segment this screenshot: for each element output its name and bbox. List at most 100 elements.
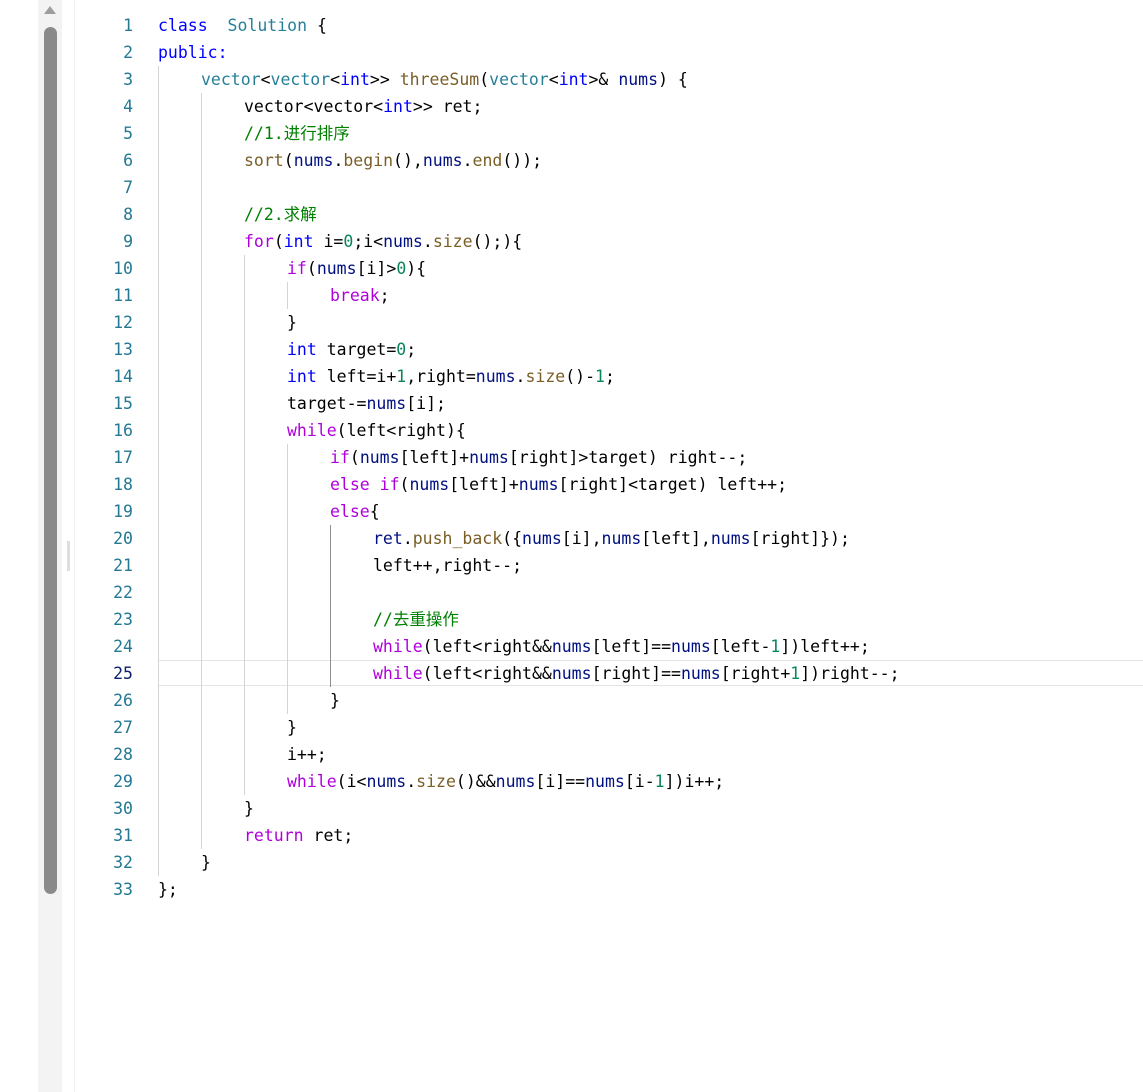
code-line[interactable]: 20 ret.push_back({nums[i],nums[left],nums… — [0, 525, 1143, 552]
code-token: ])left++; — [780, 637, 870, 656]
code-line[interactable]: 27} — [0, 714, 1143, 741]
code-token: nums — [551, 664, 592, 683]
code-token: vector — [201, 70, 261, 89]
code-line[interactable]: 30} — [0, 795, 1143, 822]
line-number: 21 — [113, 556, 133, 575]
code-line[interactable]: 10 if(nums[i]>0){ — [0, 255, 1143, 282]
code-token: else if — [330, 475, 400, 494]
code-text: } — [330, 687, 340, 714]
line-number: 9 — [123, 232, 133, 251]
code-line[interactable]: 23 //去重操作 — [0, 606, 1143, 633]
code-token: nums — [680, 664, 721, 683]
line-number: 23 — [113, 610, 133, 629]
code-line[interactable]: 9 for(int i=0;i<nums.size();){ — [0, 228, 1143, 255]
code-text: if(nums[i]>0){ — [287, 255, 426, 282]
code-line[interactable]: 31 return ret; — [0, 822, 1143, 849]
code-token: ()&& — [455, 772, 496, 791]
code-line[interactable]: 12} — [0, 309, 1143, 336]
code-editor[interactable]: 1 class Solution {2 public: 3 vector<vector<… — [0, 12, 1143, 903]
code-token: ; — [406, 340, 417, 359]
code-line[interactable]: 5 //1.进行排序 — [0, 120, 1143, 147]
code-text: break; — [330, 282, 390, 309]
line-number: 6 — [123, 151, 133, 170]
code-line[interactable]: 29 while(i<nums.size()&&nums[i]==nums[i-1… — [0, 768, 1143, 795]
code-line[interactable]: 24 while(left<right&&nums[left]==nums[lef… — [0, 633, 1143, 660]
code-token: [right]<target) left++; — [558, 475, 788, 494]
code-token: nums — [585, 772, 625, 791]
line-number: 22 — [113, 583, 133, 602]
code-token: [left]+ — [399, 448, 470, 467]
code-line[interactable]: 11 break; — [0, 282, 1143, 309]
code-token: ( — [479, 70, 490, 89]
line-number: 1 — [123, 16, 133, 35]
code-line[interactable]: 2 public: — [0, 39, 1143, 66]
code-line[interactable]: 14 int left=i+1,right=nums.size()-1; — [0, 363, 1143, 390]
code-token: >& — [588, 70, 619, 89]
code-token: 1 — [770, 637, 781, 656]
code-token: nums — [671, 637, 711, 656]
code-text: } — [201, 849, 211, 876]
code-token: while — [373, 637, 423, 656]
code-token: return — [244, 826, 304, 845]
code-text: target-=nums[i]; — [287, 390, 446, 417]
code-token: (left<right){ — [336, 421, 466, 440]
code-token: [right]>target) right--; — [508, 448, 748, 467]
code-line[interactable]: 6 sort(nums.begin(),nums.end()); — [0, 147, 1143, 174]
code-line[interactable]: 8 //2.求解 — [0, 201, 1143, 228]
code-token: i= — [313, 232, 344, 251]
code-line[interactable]: 25 while(left<right&&nums[right]==nums[ri… — [0, 660, 1143, 687]
code-token: nums — [469, 448, 509, 467]
code-token: ()- — [565, 367, 596, 386]
code-line[interactable]: 26} — [0, 687, 1143, 714]
code-line[interactable]: 4 vector<vector<int>> ret; — [0, 93, 1143, 120]
code-line[interactable]: 7 — [0, 174, 1143, 201]
code-token: [right]}); — [750, 529, 850, 548]
code-token: size — [525, 367, 566, 386]
code-token: left++,right--; — [373, 556, 523, 575]
code-token: nums — [551, 637, 592, 656]
line-number: 10 — [113, 259, 133, 278]
line-number: 12 — [113, 313, 133, 332]
code-text: while(left<right&&nums[right]==nums[righ… — [373, 660, 900, 687]
code-token: ])i++; — [664, 772, 725, 791]
code-line[interactable]: 22 — [0, 579, 1143, 606]
line-number: 27 — [113, 718, 133, 737]
code-line[interactable]: 33}; — [0, 876, 1143, 903]
code-line[interactable]: 1 class Solution { — [0, 12, 1143, 39]
code-text: vector<vector<int>> ret; — [244, 93, 482, 120]
code-token: } — [330, 691, 340, 710]
code-token: while — [287, 421, 337, 440]
code-line[interactable]: 21 left++,right--; — [0, 552, 1143, 579]
code-token: < — [548, 70, 559, 89]
code-text: else{ — [330, 498, 380, 525]
code-token: < — [330, 70, 341, 89]
line-number: 26 — [113, 691, 133, 710]
code-line[interactable]: 15 target-=nums[i]; — [0, 390, 1143, 417]
line-number: 19 — [113, 502, 133, 521]
code-token: else — [330, 502, 370, 521]
code-text: while(i<nums.size()&&nums[i]==nums[i-1])… — [287, 768, 724, 795]
code-token: nums — [601, 529, 642, 548]
code-line[interactable]: 19 else{ — [0, 498, 1143, 525]
code-token: } — [244, 799, 254, 818]
code-token: [i]== — [535, 772, 586, 791]
code-token: //去重操作 — [373, 610, 459, 629]
line-number: 5 — [123, 124, 133, 143]
code-token: nums — [422, 151, 463, 170]
code-token: (left<right&& — [422, 664, 552, 683]
code-line[interactable]: 32} — [0, 849, 1143, 876]
code-line[interactable]: 17 if(nums[left]+nums[right]>target) righ… — [0, 444, 1143, 471]
code-line[interactable]: 3 vector<vector<int>> threeSum(vector<int… — [0, 66, 1143, 93]
code-token: Solution — [227, 16, 308, 35]
code-text: class Solution { — [158, 12, 327, 39]
code-line[interactable]: 28 i++; — [0, 741, 1143, 768]
code-token: ( — [273, 232, 284, 251]
code-token: < — [260, 70, 271, 89]
code-token: { — [369, 502, 380, 521]
code-line[interactable]: 18 else if(nums[left]+nums[right]<target)… — [0, 471, 1143, 498]
code-token: nums — [475, 367, 516, 386]
code-token: [left]== — [591, 637, 672, 656]
code-token: . — [462, 151, 473, 170]
code-line[interactable]: 16 while(left<right){ — [0, 417, 1143, 444]
code-line[interactable]: 13 int target=0; — [0, 336, 1143, 363]
